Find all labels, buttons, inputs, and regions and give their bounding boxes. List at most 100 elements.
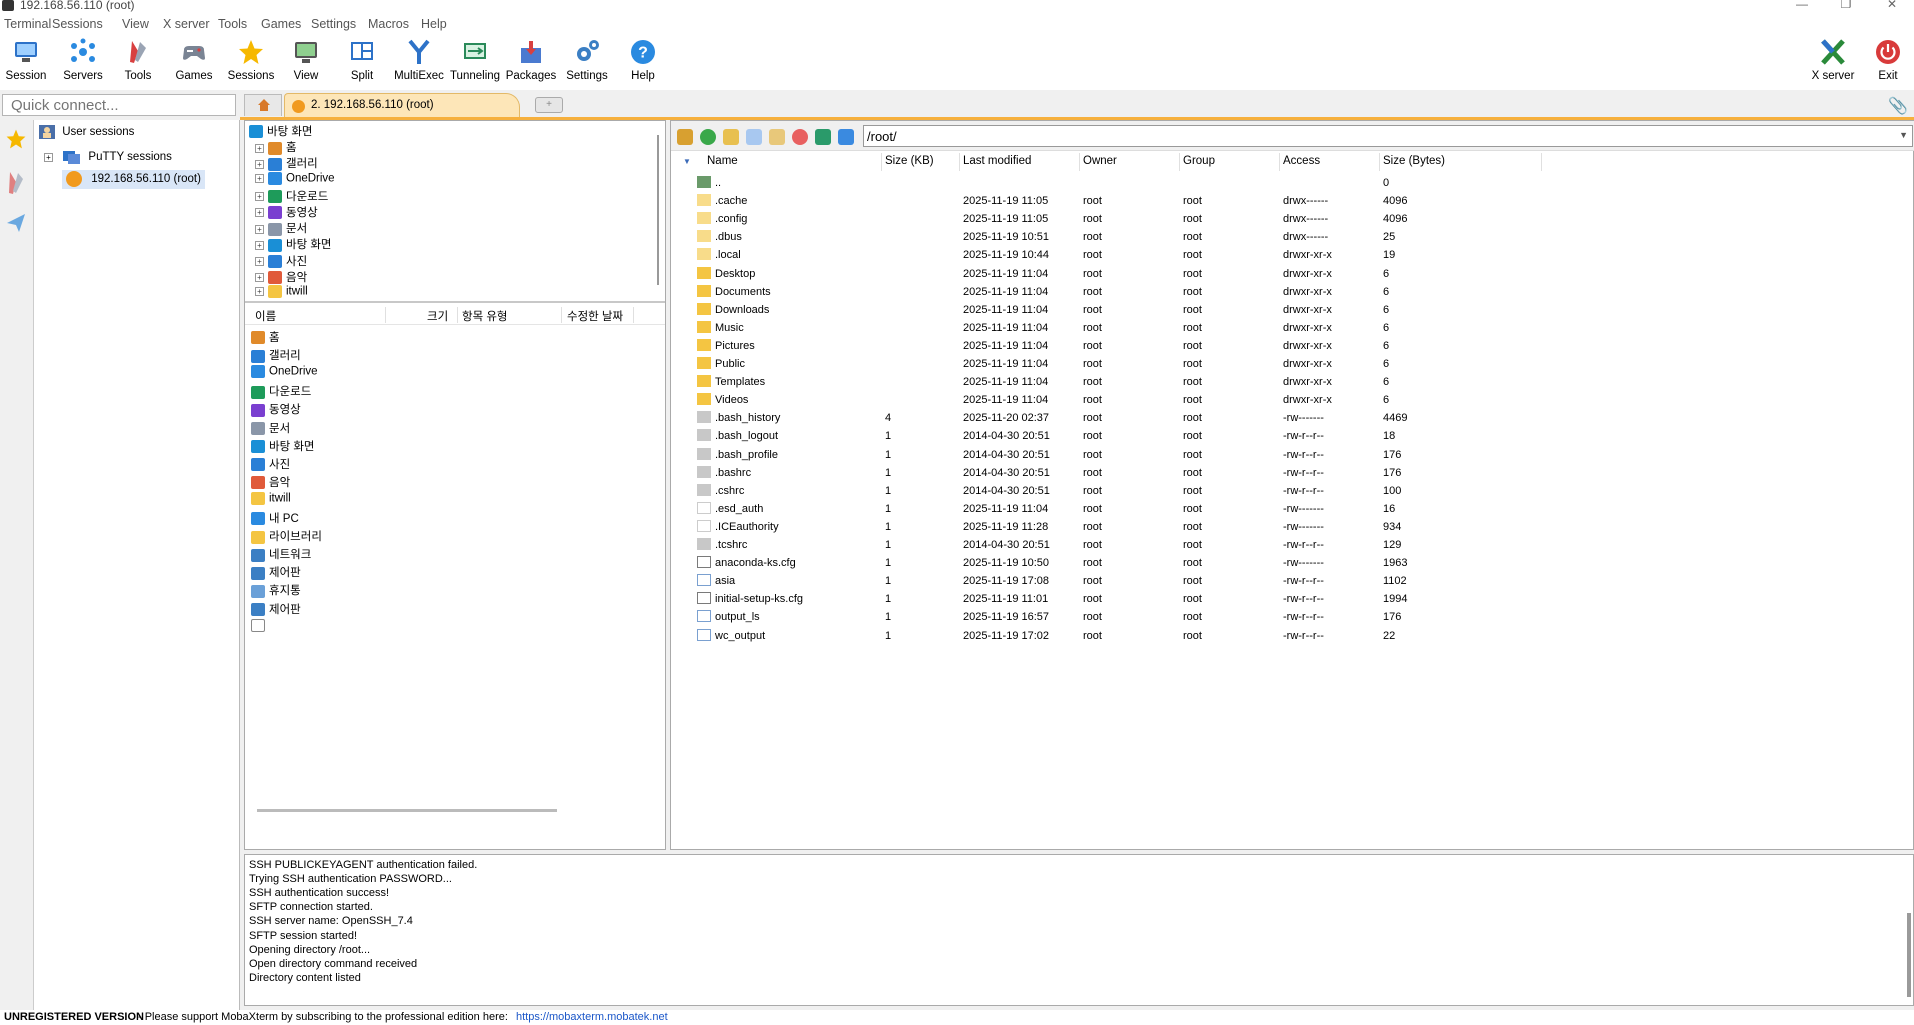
list-item[interactable]: 사진: [251, 456, 290, 474]
refresh-icon[interactable]: [700, 129, 716, 145]
parent-folder-icon[interactable]: [677, 129, 693, 145]
table-row[interactable]: .tcshrc 1 2014-04-30 20:51 root root -rw-r--r…: [671, 537, 1914, 555]
tools-button[interactable]: Tools: [108, 38, 168, 88]
menu-view[interactable]: View: [122, 17, 149, 31]
tree-item[interactable]: + itwill: [255, 285, 308, 301]
list-item[interactable]: 네트워크: [251, 546, 311, 564]
split-button[interactable]: Split: [332, 38, 392, 88]
minimize-icon[interactable]: —: [1792, 0, 1812, 11]
expand-icon[interactable]: +: [44, 152, 53, 162]
expand-icon[interactable]: +: [255, 143, 264, 153]
table-row[interactable]: .cache 2025-11-19 11:05 root root drwx------…: [671, 193, 1914, 211]
list-item[interactable]: 바탕 화면: [251, 438, 315, 456]
maximize-icon[interactable]: ❐: [1836, 0, 1856, 11]
table-row[interactable]: .bash_history 4 2025-11-20 02:37 root root -r…: [671, 410, 1914, 428]
open-folder-icon[interactable]: [769, 129, 785, 145]
expand-icon[interactable]: +: [255, 192, 264, 202]
sessions-star-icon[interactable]: [5, 128, 27, 150]
expand-icon[interactable]: +: [255, 240, 264, 250]
col-name[interactable]: Name: [707, 155, 738, 167]
tree-item[interactable]: + 문서: [255, 220, 307, 236]
tab-session-192-168-56-110[interactable]: 2. 192.168.56.110 (root): [284, 93, 520, 118]
col-access[interactable]: Access: [1283, 155, 1320, 167]
vertical-scrollbar[interactable]: [657, 135, 659, 285]
table-row[interactable]: asia 1 2025-11-19 17:08 root root -rw-r--r-- 1…: [671, 573, 1914, 591]
tree-item[interactable]: +내 PC: [255, 301, 316, 303]
list-item[interactable]: 휴지통: [251, 582, 301, 600]
help-button[interactable]: ? Help: [613, 38, 673, 88]
quick-connect-input[interactable]: [3, 95, 235, 115]
table-row[interactable]: Desktop 2025-11-19 11:04 root root drwxr-xr-…: [671, 266, 1914, 284]
table-row[interactable]: .bash_logout 1 2014-04-30 20:51 root root -rw…: [671, 428, 1914, 446]
table-row[interactable]: wc_output 1 2025-11-19 17:02 root root -rw-r-…: [671, 628, 1914, 646]
chevron-down-icon[interactable]: ▼: [1899, 130, 1908, 140]
path-input[interactable]: [864, 126, 1912, 146]
list-item[interactable]: 다운로드: [251, 383, 311, 401]
table-row[interactable]: Pictures 2025-11-19 11:04 root root drwxr-xr…: [671, 338, 1914, 356]
download-icon[interactable]: [838, 129, 854, 145]
settings-button[interactable]: Settings: [557, 38, 617, 88]
col-name[interactable]: 이름: [255, 308, 276, 324]
tree-item[interactable]: + 음악: [255, 269, 307, 285]
table-row[interactable]: .local 2025-11-19 10:44 root root drwxr-xr-x…: [671, 247, 1914, 265]
tools-side-icon[interactable]: [6, 170, 26, 196]
table-row[interactable]: Documents 2025-11-19 11:04 root root drwxr-x…: [671, 284, 1914, 302]
list-item[interactable]: 라이브러리: [251, 528, 322, 546]
tree-item[interactable]: + 갤러리: [255, 155, 318, 171]
col-modified[interactable]: 수정한 날짜: [567, 308, 623, 324]
table-row[interactable]: .bashrc 1 2014-04-30 20:51 root root -rw-r--r…: [671, 465, 1914, 483]
col-type[interactable]: 항목 유형: [462, 308, 508, 324]
tree-item[interactable]: 바탕 화면: [249, 123, 313, 139]
table-row[interactable]: .cshrc 1 2014-04-30 20:51 root root -rw-r--r-…: [671, 483, 1914, 501]
session-item-192-168-56-110[interactable]: 192.168.56.110 (root): [62, 170, 205, 189]
menu-settings[interactable]: Settings: [311, 17, 356, 31]
exit-button[interactable]: Exit: [1858, 38, 1914, 88]
list-item[interactable]: itwill: [251, 491, 291, 510]
table-row[interactable]: Templates 2025-11-19 11:04 root root drwxr-x…: [671, 374, 1914, 392]
user-sessions-node[interactable]: User sessions: [38, 124, 134, 140]
tree-item[interactable]: + 사진: [255, 253, 307, 269]
upload-icon[interactable]: [815, 129, 831, 145]
view-button[interactable]: View: [276, 38, 336, 88]
expand-icon[interactable]: +: [255, 257, 264, 267]
list-item[interactable]: 내 PC: [251, 510, 299, 528]
tree-item[interactable]: + 다운로드: [255, 188, 328, 204]
table-row[interactable]: Public 2025-11-19 11:04 root root drwxr-xr-x…: [671, 356, 1914, 374]
table-row[interactable]: .config 2025-11-19 11:05 root root drwx-----…: [671, 211, 1914, 229]
expand-icon[interactable]: +: [255, 159, 264, 169]
table-row[interactable]: .dbus 2025-11-19 10:51 root root drwx------ 2…: [671, 229, 1914, 247]
horizontal-scrollbar[interactable]: [257, 809, 557, 812]
list-item[interactable]: 동영상: [251, 401, 301, 419]
tree-item[interactable]: + OneDrive: [255, 171, 335, 188]
table-row[interactable]: initial-setup-ks.cfg 1 2025-11-19 11:01 roo…: [671, 591, 1914, 609]
tree-item[interactable]: + 동영상: [255, 204, 318, 220]
menu-help[interactable]: Help: [421, 17, 447, 31]
servers-button[interactable]: Servers: [53, 38, 113, 88]
table-row[interactable]: .. 0: [671, 175, 1914, 193]
expand-icon[interactable]: +: [255, 173, 264, 183]
menu-xserver[interactable]: X server: [163, 17, 210, 31]
paperclip-icon[interactable]: 📎: [1888, 96, 1908, 116]
list-item[interactable]: [251, 618, 269, 637]
col-owner[interactable]: Owner: [1083, 155, 1117, 167]
expand-icon[interactable]: +: [255, 208, 264, 218]
table-row[interactable]: anaconda-ks.cfg 1 2025-11-19 10:50 root root…: [671, 555, 1914, 573]
table-row[interactable]: Music 2025-11-19 11:04 root root drwxr-xr-x 6: [671, 320, 1914, 338]
delete-icon[interactable]: [792, 129, 808, 145]
sessions-button[interactable]: Sessions: [221, 38, 281, 88]
col-size-kb[interactable]: Size (KB): [885, 155, 934, 167]
list-item[interactable]: OneDrive: [251, 365, 318, 383]
menu-sessions[interactable]: Sessions: [52, 17, 103, 31]
list-item[interactable]: 갤러리: [251, 347, 301, 365]
tree-item[interactable]: + 바탕 화면: [255, 236, 332, 252]
multiexec-button[interactable]: MultiExec: [389, 38, 449, 88]
expand-icon[interactable]: +: [255, 287, 264, 296]
menu-macros[interactable]: Macros: [368, 17, 409, 31]
col-last-modified[interactable]: Last modified: [963, 155, 1031, 167]
new-folder-icon[interactable]: [723, 129, 739, 145]
list-item[interactable]: 홈: [251, 329, 280, 347]
close-icon[interactable]: ✕: [1882, 0, 1902, 11]
table-row[interactable]: output_ls 1 2025-11-19 16:57 root root -rw-r-…: [671, 609, 1914, 627]
table-row[interactable]: Videos 2025-11-19 11:04 root root drwxr-xr-x…: [671, 392, 1914, 410]
table-row[interactable]: .ICEauthority 1 2025-11-19 11:28 root root -r…: [671, 519, 1914, 537]
